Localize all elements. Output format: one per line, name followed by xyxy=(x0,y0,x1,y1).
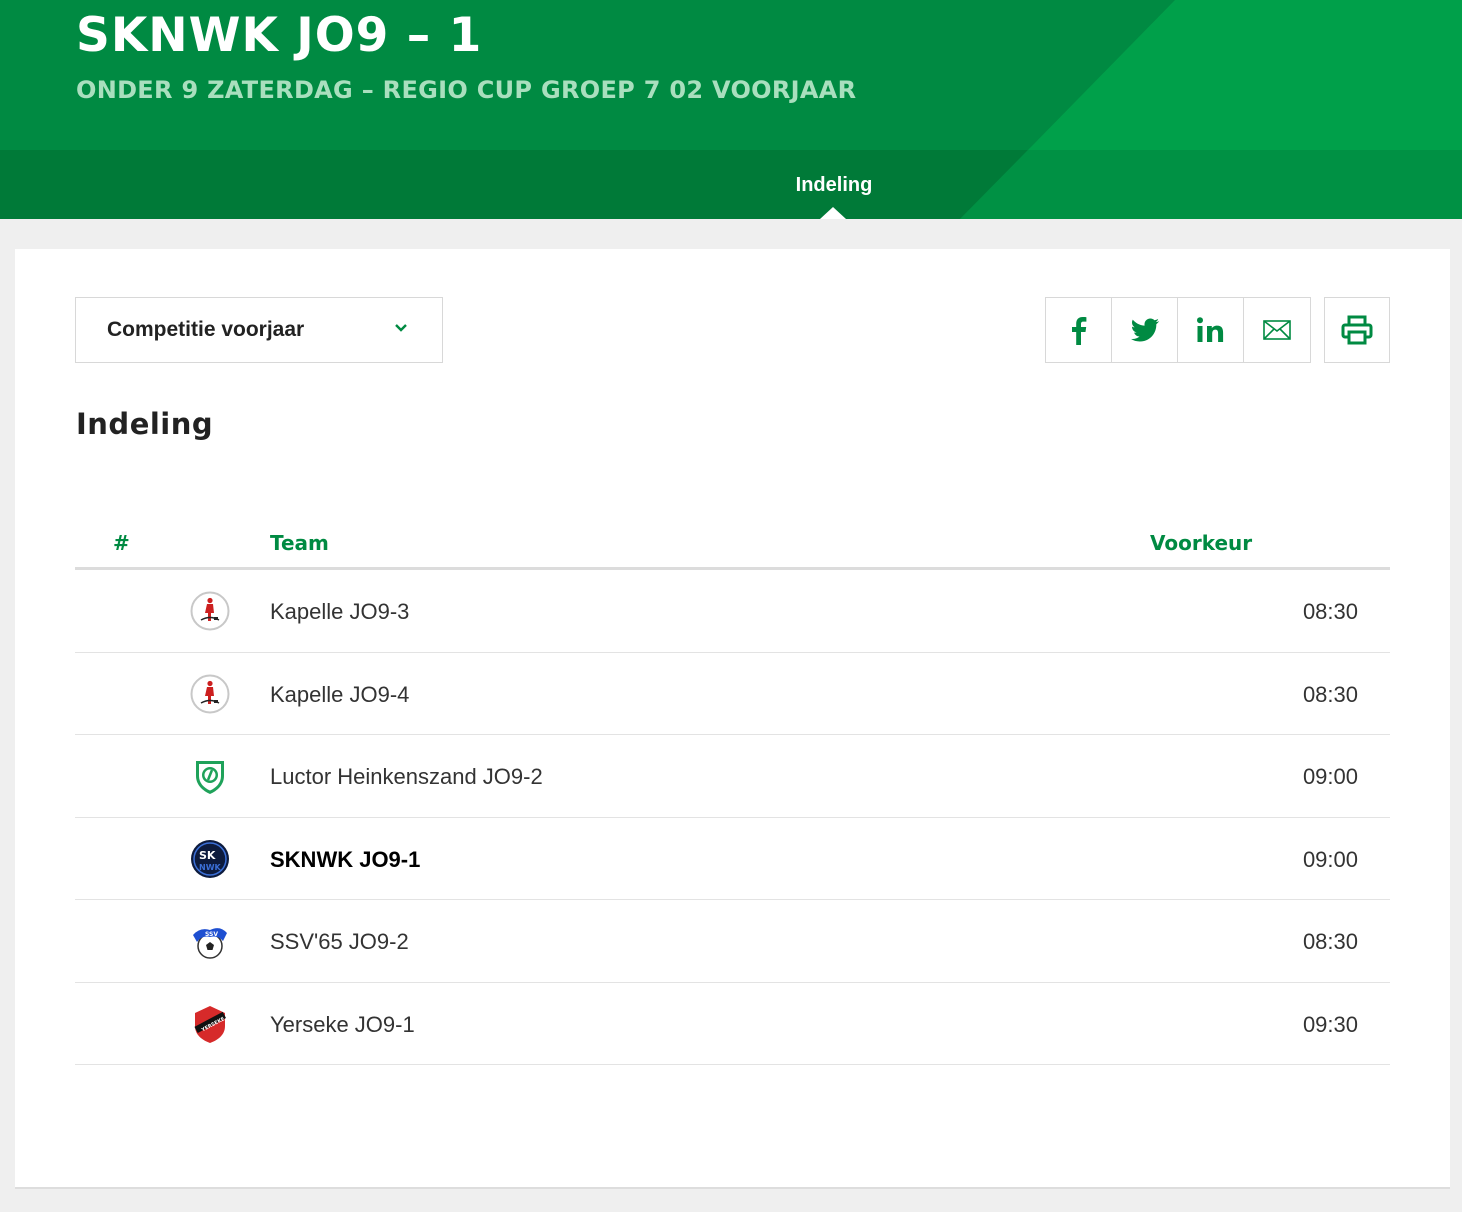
team-name: Luctor Heinkenszand JO9-2 xyxy=(270,764,543,789)
team-name: SSV'65 JO9-2 xyxy=(270,929,409,954)
preference-time: 08:30 xyxy=(1302,681,1358,707)
teams-table: # Team Voorkeur Kapelle JO9-3 08:30 Kape… xyxy=(75,519,1390,1065)
table-row[interactable]: Luctor Heinkenszand JO9-2 09:00 xyxy=(75,735,1390,818)
mail-icon xyxy=(1263,320,1291,340)
share-linkedin-button[interactable] xyxy=(1178,298,1244,362)
column-header-number: # xyxy=(113,531,130,555)
preference-time: 08:30 xyxy=(1302,599,1358,624)
linkedin-icon xyxy=(1196,317,1223,342)
luctor-logo xyxy=(196,761,224,794)
preference-time: 09:00 xyxy=(1302,846,1358,872)
table-row[interactable]: Kapelle JO9-4 08:30 xyxy=(75,653,1390,735)
ssv65-logo: SSV xyxy=(193,928,227,959)
tab-indeling[interactable]: Indeling xyxy=(734,174,934,197)
share-facebook-button[interactable] xyxy=(1046,298,1112,362)
table-row[interactable]: SK NWK SKNWK JO9-1 09:00 xyxy=(75,818,1390,900)
page-header: SKNWK JO9 – 1 ONDER 9 ZATERDAG – REGIO C… xyxy=(0,0,1462,219)
team-name: SKNWK JO9-1 xyxy=(270,846,421,872)
team-name: Kapelle JO9-4 xyxy=(270,681,410,707)
competition-select-value: Competitie voorjaar xyxy=(107,318,305,341)
column-header-preference: Voorkeur xyxy=(1150,531,1253,555)
twitter-icon xyxy=(1130,318,1159,342)
share-mail-button[interactable] xyxy=(1244,298,1310,362)
printer-icon xyxy=(1341,315,1373,345)
competition-select[interactable]: Competitie voorjaar xyxy=(75,297,443,363)
table-row[interactable]: Kapelle JO9-3 08:30 xyxy=(75,570,1390,653)
table-row[interactable]: SSV SSV'65 JO9-2 08:30 xyxy=(75,900,1390,983)
preference-time: 08:30 xyxy=(1302,929,1358,954)
preference-time: 09:00 xyxy=(1302,764,1358,789)
preference-time: 09:30 xyxy=(1302,1011,1358,1037)
column-header-team: Team xyxy=(270,531,329,555)
sub-navigation: Indeling xyxy=(0,150,1462,219)
competition-subtitle: ONDER 9 ZATERDAG – REGIO CUP GROEP 7 02 … xyxy=(76,76,857,104)
print-button[interactable] xyxy=(1324,297,1390,363)
content-card: Competitie voorjaar Indeling # Team Voor… xyxy=(15,249,1450,1189)
facebook-icon xyxy=(1071,317,1086,345)
share-buttons xyxy=(1045,297,1311,363)
team-name: Kapelle JO9-3 xyxy=(270,599,410,624)
svg-text:SK: SK xyxy=(199,849,216,862)
table-header: # Team Voorkeur xyxy=(75,519,1390,570)
chevron-down-icon xyxy=(395,324,407,332)
kapelle-logo xyxy=(190,591,230,631)
svg-text:SSV: SSV xyxy=(205,931,218,938)
svg-text:NWK: NWK xyxy=(199,863,222,872)
page-title: SKNWK JO9 – 1 xyxy=(76,8,483,63)
kapelle-logo xyxy=(190,674,230,713)
table-row[interactable]: YERSEKE Yerseke JO9-1 09:30 xyxy=(75,983,1390,1065)
yerseke-logo: YERSEKE xyxy=(194,1005,226,1043)
sknwk-logo: SK NWK xyxy=(191,839,229,878)
share-twitter-button[interactable] xyxy=(1112,298,1178,362)
section-title: Indeling xyxy=(76,407,214,441)
active-tab-indicator xyxy=(820,207,846,219)
team-name: Yerseke JO9-1 xyxy=(270,1011,415,1037)
